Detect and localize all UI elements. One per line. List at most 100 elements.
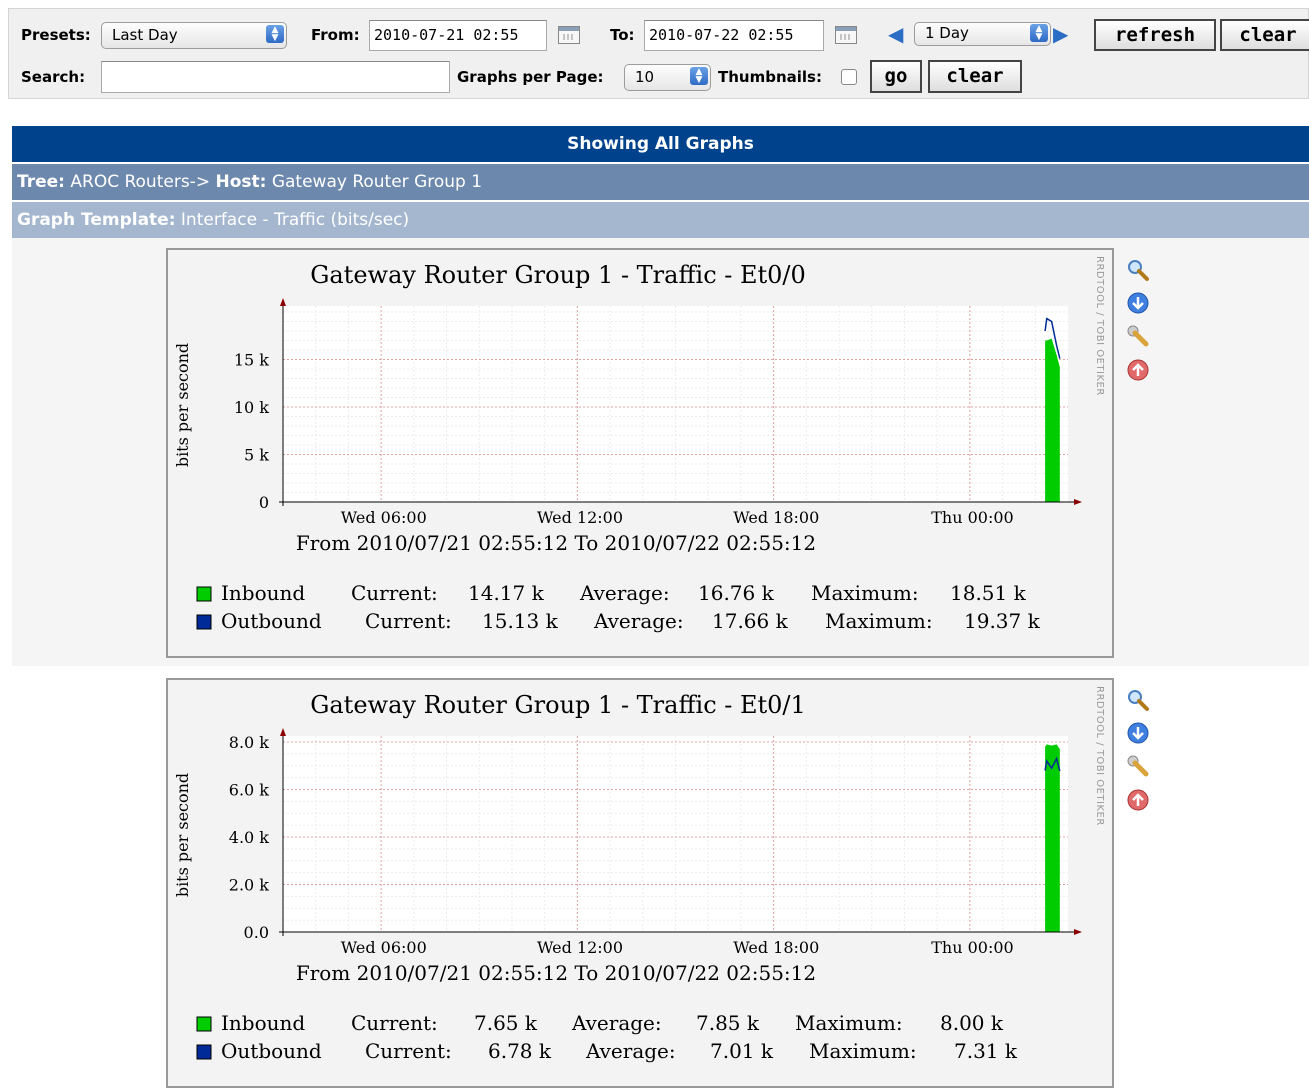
graphs-per-page-value: 10 (635, 68, 655, 86)
outbound-current-label: Current: (365, 609, 452, 633)
move-up-icon[interactable] (1126, 788, 1150, 812)
tree-label: Tree: (17, 172, 65, 192)
x-axis-arrow (1074, 499, 1082, 505)
settings-icon[interactable] (1126, 324, 1150, 348)
from-label: From: (311, 26, 360, 44)
x-tick-labels: Wed 06:00 Wed 12:00 Wed 18:00 Thu 00:00 (341, 938, 1014, 957)
to-calendar-icon[interactable] (835, 26, 857, 44)
settings-icon[interactable] (1126, 754, 1150, 778)
y-tick-label: 15 k (234, 351, 269, 370)
tree-host-header: Tree: AROC Routers-> Host: Gateway Route… (12, 164, 1309, 200)
thumbnails-label: Thumbnails: (718, 68, 822, 86)
outbound-maximum: 7.31 k (954, 1039, 1018, 1063)
graph-svg: Gateway Router Group 1 - Traffic - Et0/1… (173, 691, 1082, 1063)
template-value: Interface - Traffic (bits/sec) (180, 210, 410, 230)
shift-right-icon[interactable]: ▶ (1053, 24, 1068, 44)
inbound-area (1045, 338, 1060, 502)
outbound-average: 7.01 k (710, 1039, 774, 1063)
outbound-swatch (196, 614, 212, 630)
search-input[interactable] (101, 61, 450, 93)
x-tick-label: Wed 18:00 (733, 508, 819, 527)
to-input[interactable]: 2010-07-22 02:55 (644, 20, 824, 51)
shift-left-icon[interactable]: ◀ (888, 24, 903, 44)
x-tick-label: Wed 12:00 (537, 508, 623, 527)
outbound-maximum-label: Maximum: (809, 1039, 917, 1063)
inbound-current: 14.17 k (468, 581, 545, 605)
y-tick-label: 2.0 k (229, 876, 270, 895)
graphs-per-page-label: Graphs per Page: (457, 68, 604, 86)
x-tick-label: Wed 18:00 (733, 938, 819, 957)
select-arrows-icon: ▲ ▼ (266, 25, 284, 43)
from-input[interactable]: 2010-07-21 02:55 (369, 20, 547, 51)
y-tick-label: 0 (259, 493, 269, 512)
to-label: To: (610, 26, 635, 44)
x-axis-arrow (1074, 929, 1082, 935)
y-tick-label: 4.0 k (229, 828, 270, 847)
graph-actions-2 (1126, 688, 1156, 818)
graph-template-header: Graph Template: Interface - Traffic (bit… (12, 202, 1309, 238)
zoom-icon[interactable] (1126, 258, 1150, 282)
host-label: Host: (215, 172, 267, 192)
export-icon[interactable] (1126, 721, 1150, 745)
template-label: Graph Template: (17, 210, 176, 230)
y-tick-label: 8.0 k (229, 733, 270, 752)
outbound-name: Outbound (221, 609, 322, 633)
outbound-maximum: 19.37 k (964, 609, 1041, 633)
clear-button[interactable]: clear (1220, 19, 1309, 51)
inbound-current-label: Current: (351, 581, 438, 605)
x-tick-label: Thu 00:00 (931, 938, 1013, 957)
plot-grid (283, 736, 1068, 932)
go-button[interactable]: go (870, 60, 922, 93)
graph-subtitle: From 2010/07/21 02:55:12 To 2010/07/22 0… (296, 531, 816, 555)
inbound-name: Inbound (221, 1011, 305, 1035)
y-tick-label: 5 k (244, 446, 269, 465)
select-arrows-icon: ▲ ▼ (1030, 24, 1048, 42)
presets-select[interactable]: Last Day ▲ ▼ (101, 22, 287, 49)
inbound-current-label: Current: (351, 1011, 438, 1035)
host-value: Gateway Router Group 1 (271, 172, 483, 192)
inbound-swatch (196, 586, 212, 602)
x-tick-label: Thu 00:00 (931, 508, 1013, 527)
inbound-average: 7.85 k (696, 1011, 760, 1035)
graph-et0-0[interactable]: Gateway Router Group 1 - Traffic - Et0/0… (166, 248, 1114, 658)
select-arrows-icon: ▲ ▼ (690, 67, 708, 85)
outbound-average-label: Average: (585, 1039, 676, 1063)
timespan-value: 1 Day (925, 24, 969, 42)
y-axis-arrow (280, 728, 286, 736)
outbound-name: Outbound (221, 1039, 322, 1063)
graph-svg: Gateway Router Group 1 - Traffic - Et0/0… (173, 261, 1082, 633)
presets-label: Presets: (21, 26, 91, 44)
plot-grid (283, 306, 1068, 502)
y-tick-label: 6.0 k (229, 781, 270, 800)
tree-value: AROC Routers-> (70, 172, 211, 192)
timespan-select[interactable]: 1 Day ▲ ▼ (914, 22, 1051, 46)
y-tick-labels: 0 5 k 10 k 15 k (234, 351, 269, 513)
outbound-current: 15.13 k (482, 609, 559, 633)
clear-search-button[interactable]: clear (928, 60, 1022, 93)
y-axis-arrow (280, 298, 286, 306)
graph-et0-1[interactable]: Gateway Router Group 1 - Traffic - Et0/1… (166, 678, 1114, 1088)
y-axis-label: bits per second (173, 773, 192, 897)
outbound-current-label: Current: (365, 1039, 452, 1063)
zoom-icon[interactable] (1126, 688, 1150, 712)
x-tick-label: Wed 12:00 (537, 938, 623, 957)
refresh-button[interactable]: refresh (1094, 19, 1216, 51)
filter-bar: Presets: Last Day ▲ ▼ From: 2010-07-21 02… (8, 8, 1309, 99)
graph-subtitle: From 2010/07/21 02:55:12 To 2010/07/22 0… (296, 961, 816, 985)
y-axis-label: bits per second (173, 343, 192, 467)
x-tick-labels: Wed 06:00 Wed 12:00 Wed 18:00 Thu 00:00 (341, 508, 1014, 527)
x-tick-label: Wed 06:00 (341, 508, 427, 527)
thumbnails-checkbox[interactable] (841, 69, 857, 85)
plot-series (1044, 744, 1061, 932)
outbound-current: 6.78 k (488, 1039, 552, 1063)
graphs-per-page-select[interactable]: 10 ▲ ▼ (624, 64, 711, 91)
graph-title: Gateway Router Group 1 - Traffic - Et0/0 (310, 261, 806, 289)
move-up-icon[interactable] (1126, 358, 1150, 382)
inbound-maximum-label: Maximum: (795, 1011, 903, 1035)
from-calendar-icon[interactable] (558, 26, 580, 44)
inbound-maximum-label: Maximum: (811, 581, 919, 605)
graph-actions-1 (1126, 258, 1156, 388)
inbound-swatch (196, 1016, 212, 1032)
export-icon[interactable] (1126, 291, 1150, 315)
presets-value: Last Day (112, 26, 178, 44)
